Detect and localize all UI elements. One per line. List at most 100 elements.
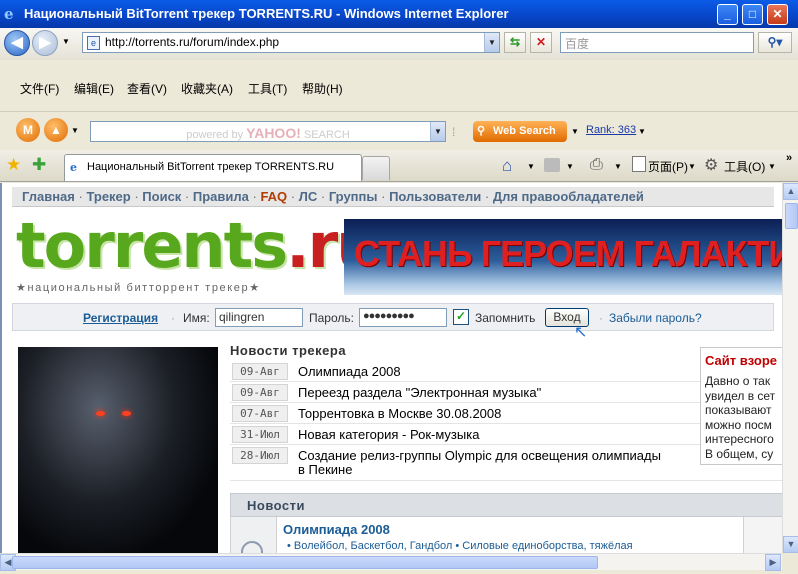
feeds-dropdown-icon[interactable]: ▼ [566, 162, 574, 171]
news-link[interactable]: Новая категория - Рок-музыка [298, 427, 479, 442]
page-menu[interactable]: 页面(P) [648, 158, 688, 175]
arrow-up-icon[interactable]: ▲ [44, 118, 68, 142]
scroll-right-icon[interactable]: ▶ [765, 554, 781, 571]
menu-bar: 文件(F) 编辑(E) 查看(V) 收藏夹(A) 工具(T) 帮助(H) [0, 60, 798, 112]
home-icon[interactable]: ⌂ [502, 156, 512, 176]
tab-torrents[interactable]: e Национальный BitTorrent трекер TORRENT… [64, 154, 362, 181]
forgot-password-link[interactable]: Забыли пароль? [609, 311, 702, 325]
rank-link[interactable]: Rank: 363 [586, 124, 636, 136]
side-box-line: можно посм [705, 417, 772, 432]
menu-view[interactable]: 查看(V) [127, 80, 167, 97]
new-tab-button[interactable] [362, 156, 390, 180]
side-box-title[interactable]: Сайт взоре [705, 353, 777, 368]
address-bar[interactable]: e http://torrents.ru/forum/index.php ▼ [82, 32, 500, 53]
horizontal-scrollbar[interactable]: ◀ ▶ [0, 553, 782, 571]
resize-handle-icon[interactable]: ⁞ [452, 125, 455, 139]
stop-button[interactable]: ✕ [530, 32, 552, 53]
recent-pages-dropdown-icon[interactable]: ▼ [62, 37, 70, 46]
page-dropdown-icon[interactable]: ▼ [688, 162, 696, 171]
horizontal-scroll-thumb[interactable] [12, 556, 598, 569]
scroll-up-icon[interactable]: ▲ [783, 183, 798, 200]
nav-users[interactable]: Пользователи [389, 189, 481, 204]
remember-label: Запомнить [475, 311, 536, 325]
nav-pm[interactable]: ЛС [299, 189, 318, 204]
print-icon[interactable]: ⎙ [590, 156, 603, 174]
news-link[interactable]: Олимпиада 2008 [298, 364, 401, 379]
news-item-subtitle[interactable]: • Волейбол, Баскетбол, Гандбол • Силовые… [287, 540, 633, 552]
print-dropdown-icon[interactable]: ▼ [614, 162, 622, 171]
tab-ie-icon: e [70, 161, 77, 174]
nav-tracker[interactable]: Трекер [86, 189, 130, 204]
menu-help[interactable]: 帮助(H) [302, 80, 343, 97]
title-bar: e Национальный BitTorrent трекер TORRENT… [0, 0, 798, 28]
add-favorite-icon[interactable]: ✚ [32, 155, 46, 175]
news-date: 07-Авг [232, 405, 288, 422]
scroll-corner [782, 553, 798, 570]
news-link[interactable]: Торрентовка в Москве 30.08.2008 [298, 406, 501, 421]
web-search-button[interactable]: ⚲ Web Search [473, 121, 567, 142]
favorites-star-icon[interactable]: ★ [6, 155, 21, 175]
yahoo-dropdown-icon[interactable]: ▼ [430, 122, 445, 141]
powered-by-text: powered by [186, 129, 244, 141]
mail-icon[interactable]: M [16, 118, 40, 142]
news-date: 31-Июл [232, 426, 288, 443]
close-button[interactable]: ✕ [767, 4, 788, 25]
page-menu-icon [632, 156, 646, 172]
menu-edit[interactable]: 编辑(E) [74, 80, 114, 97]
tools-dropdown-icon[interactable]: ▼ [768, 162, 776, 171]
nav-rules[interactable]: Правила [193, 189, 249, 204]
yahoo-logo: YAHOO! [246, 125, 301, 141]
logo-tagline: ★национальный битторрент трекер★ [16, 282, 261, 294]
promo-image[interactable] [18, 347, 218, 553]
refresh-button[interactable]: ⇆ [504, 32, 526, 53]
news-section-body: Олимпиада 2008 • Волейбол, Баскетбол, Га… [230, 517, 782, 553]
news-date: 09-Авг [232, 363, 288, 380]
menu-favorites[interactable]: 收藏夹(A) [181, 80, 233, 97]
side-box-line: интересного [705, 432, 774, 446]
remember-checkbox[interactable]: ✓ [453, 309, 469, 325]
menu-file[interactable]: 文件(F) [20, 80, 59, 97]
page-icon: e [87, 36, 100, 50]
scroll-down-icon[interactable]: ▼ [783, 536, 798, 553]
page-content: Главная · Трекер · Поиск · Правила · FAQ… [0, 183, 782, 553]
search-input[interactable]: 百度 [560, 32, 754, 53]
maximize-button[interactable]: □ [742, 4, 763, 25]
news-link-continued[interactable]: в Пекине [298, 462, 352, 477]
search-go-button[interactable]: ⚲▾ [758, 32, 792, 53]
site-logo[interactable]: torrents.ru ★национальный битторрент тре… [16, 209, 380, 299]
ad-banner[interactable]: СТАНЬ ГЕРОЕМ ГАЛАКТИКИ [344, 219, 782, 295]
back-button[interactable]: ◀ [4, 30, 30, 56]
image-eye-left [96, 411, 105, 416]
nav-rightholders[interactable]: Для правообладателей [493, 189, 644, 204]
tools-menu[interactable]: 工具(O) [724, 158, 765, 175]
home-dropdown-icon[interactable]: ▼ [527, 162, 535, 171]
forward-button[interactable]: ▶ [32, 30, 58, 56]
chevron-more-icon[interactable]: » [786, 152, 792, 164]
image-eye-right [122, 411, 131, 416]
address-dropdown-icon[interactable]: ▼ [484, 33, 499, 52]
gear-icon: ⚙ [704, 157, 719, 174]
yahoo-search-input[interactable]: powered by YAHOO! SEARCH ▼ [90, 121, 446, 142]
login-bar: Регистрация · Имя: qilingren Пароль: ●●●… [12, 303, 774, 331]
chevron-down-icon[interactable]: ▼ [71, 126, 79, 135]
nav-search[interactable]: Поиск [142, 189, 181, 204]
menu-tools[interactable]: 工具(T) [248, 80, 287, 97]
register-link[interactable]: Регистрация [83, 311, 158, 325]
rank-dropdown-icon[interactable]: ▼ [638, 127, 646, 136]
nav-home[interactable]: Главная [22, 189, 75, 204]
news-section-header: Новости [230, 493, 782, 517]
vertical-scroll-thumb[interactable] [785, 203, 798, 229]
news-link[interactable]: Переезд раздела "Электронная музыка" [298, 385, 541, 400]
news-item-title[interactable]: Олимпиада 2008 [283, 522, 390, 537]
nav-faq[interactable]: FAQ [260, 189, 287, 204]
web-search-dropdown-icon[interactable]: ▼ [571, 127, 579, 136]
news-link[interactable]: Создание релиз-группы Olympic для освеще… [298, 448, 661, 463]
feeds-icon[interactable] [544, 158, 560, 172]
nav-groups[interactable]: Группы [329, 189, 378, 204]
minimize-button[interactable]: _ [717, 4, 738, 25]
password-input[interactable]: ●●●●●●●●● [359, 308, 447, 327]
tracker-news-title: Новости трекера [230, 343, 347, 358]
username-input[interactable]: qilingren [215, 308, 303, 327]
name-label: Имя: [183, 311, 210, 325]
vertical-scrollbar[interactable]: ▲ ▼ [782, 183, 798, 553]
